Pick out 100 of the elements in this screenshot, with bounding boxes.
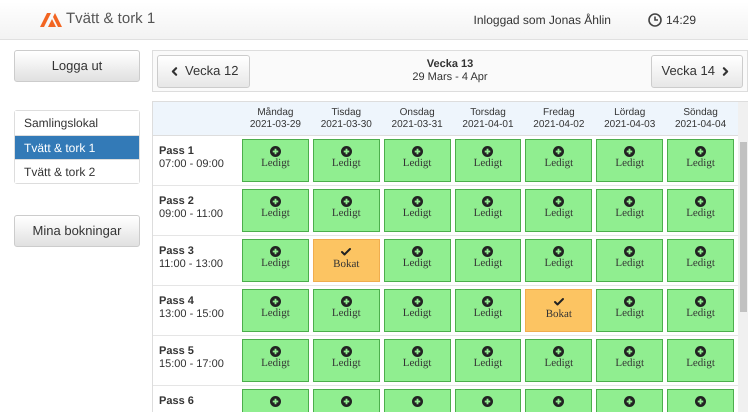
plus-circle-icon	[270, 246, 281, 257]
free-slot[interactable]: Ledigt	[596, 189, 664, 232]
logged-in-user: Inloggad som Jonas Åhlin	[474, 12, 611, 28]
free-slot[interactable]: Ledigt	[525, 139, 592, 182]
day-name: Lördag	[614, 106, 646, 118]
free-slot[interactable]: Ledigt	[667, 289, 734, 332]
free-slot[interactable]: Ledigt	[312, 339, 380, 382]
plus-circle-icon	[340, 396, 352, 407]
plus-circle-icon	[624, 396, 636, 407]
plus-circle-icon	[412, 146, 423, 157]
next-week-button[interactable]: Vecka 14	[650, 54, 743, 88]
plus-circle-icon	[270, 196, 281, 207]
pass-name: Pass 5	[159, 345, 195, 358]
free-slot[interactable]: Ledigt	[312, 139, 380, 182]
plus-circle-icon	[482, 246, 494, 257]
free-slot[interactable]: Ledigt	[242, 139, 309, 182]
pass-time: 15:00 - 17:00	[159, 358, 225, 371]
booked-slot[interactable]: Bokat	[312, 239, 380, 282]
free-slot[interactable]: Ledigt	[454, 339, 522, 382]
day-date: 2021-04-02	[533, 118, 584, 130]
pass-time: 09:00 - 11:00	[159, 208, 224, 221]
plus-circle-icon	[340, 196, 352, 207]
plus-circle-icon	[270, 146, 281, 157]
free-slot[interactable]: Ledigt	[242, 289, 309, 332]
pass-time: 11:00 - 13:00	[159, 258, 224, 271]
room-item[interactable]: Tvätt & tork 1	[15, 135, 139, 159]
plus-circle-icon	[412, 296, 423, 307]
free-slot[interactable]: Ledigt	[667, 339, 734, 382]
plus-circle-icon	[695, 246, 706, 257]
free-slot[interactable]: Ledigt	[525, 189, 592, 232]
clock-icon	[648, 12, 662, 26]
plus-circle-icon	[553, 146, 564, 157]
plus-circle-icon	[482, 396, 494, 407]
free-slot[interactable]: Ledigt	[596, 239, 664, 282]
plus-circle-icon	[482, 146, 494, 157]
free-slot[interactable]: Ledigt	[667, 239, 734, 282]
plus-circle-icon	[624, 296, 636, 307]
plus-circle-icon	[412, 246, 423, 257]
pass-name: Pass 6	[159, 395, 195, 408]
plus-circle-icon	[695, 196, 706, 207]
free-slot[interactable]: Ledigt	[596, 289, 664, 332]
plus-circle-icon	[695, 146, 706, 157]
free-slot[interactable]: Ledigt	[384, 189, 451, 232]
day-name: Tisdag	[331, 106, 362, 118]
free-slot[interactable]: Ledigt	[525, 239, 592, 282]
free-slot[interactable]: Ledigt	[384, 239, 451, 282]
free-slot[interactable]: Ledigt	[242, 189, 309, 232]
my-bookings-button[interactable]: Mina bokningar	[14, 215, 140, 247]
plus-circle-icon	[412, 396, 423, 407]
plus-circle-icon	[340, 296, 352, 307]
plus-circle-icon	[340, 146, 352, 157]
free-slot[interactable]: Ledigt	[454, 289, 522, 332]
plus-circle-icon	[340, 346, 352, 357]
free-slot[interactable]: Ledigt	[242, 339, 309, 382]
plus-circle-icon	[270, 396, 281, 407]
free-slot[interactable]: Ledigt	[384, 289, 451, 332]
day-date: 2021-03-29	[250, 118, 301, 130]
week-range: 29 Mars - 4 Apr	[412, 71, 488, 84]
room-item[interactable]: Tvätt & tork 2	[15, 159, 139, 183]
plus-circle-icon	[553, 196, 564, 207]
free-slot[interactable]: Ledigt	[454, 139, 522, 182]
free-slot[interactable]: Ledigt	[454, 239, 522, 282]
plus-circle-icon	[270, 346, 281, 357]
pass-name: Pass 2	[159, 195, 195, 208]
free-slot[interactable]: Ledigt	[454, 189, 522, 232]
plus-circle-icon	[553, 396, 564, 407]
free-slot[interactable]: Ledigt	[312, 289, 380, 332]
free-slot[interactable]: Ledigt	[525, 339, 592, 382]
day-name: Fredag	[543, 106, 575, 118]
pass-name: Pass 1	[159, 145, 195, 158]
plus-circle-icon	[553, 346, 564, 357]
day-name: Söndag	[683, 106, 718, 118]
free-slot[interactable]: Ledigt	[667, 139, 734, 182]
plus-circle-icon	[624, 346, 636, 357]
previous-week-button[interactable]: Vecka 12	[157, 54, 250, 88]
free-slot[interactable]: Ledigt	[596, 339, 664, 382]
free-slot[interactable]: Ledigt	[596, 139, 664, 182]
plus-circle-icon	[695, 296, 706, 307]
free-slot[interactable]: Ledigt	[667, 189, 734, 232]
plus-circle-icon	[695, 346, 706, 357]
pass-name: Pass 4	[159, 295, 195, 308]
plus-circle-icon	[624, 246, 636, 257]
free-slot[interactable]: Ledigt	[242, 239, 309, 282]
free-slot[interactable]: Ledigt	[384, 339, 451, 382]
check-icon	[552, 296, 565, 308]
day-name: Måndag	[257, 106, 294, 118]
booked-slot[interactable]: Bokat	[525, 289, 592, 332]
pass-time: 07:00 - 09:00	[159, 158, 225, 171]
day-date: 2021-04-03	[604, 118, 656, 130]
logout-button[interactable]: Logga ut	[14, 50, 140, 82]
day-date: 2021-03-30	[320, 118, 372, 130]
day-date: 2021-04-01	[462, 118, 514, 130]
plus-circle-icon	[482, 296, 494, 307]
free-slot[interactable]: Ledigt	[384, 139, 451, 182]
day-date: 2021-04-04	[674, 118, 726, 130]
plus-circle-icon	[553, 246, 564, 257]
plus-circle-icon	[695, 396, 706, 407]
free-slot[interactable]: Ledigt	[312, 189, 380, 232]
plus-circle-icon	[482, 196, 494, 207]
plus-circle-icon	[412, 346, 423, 357]
